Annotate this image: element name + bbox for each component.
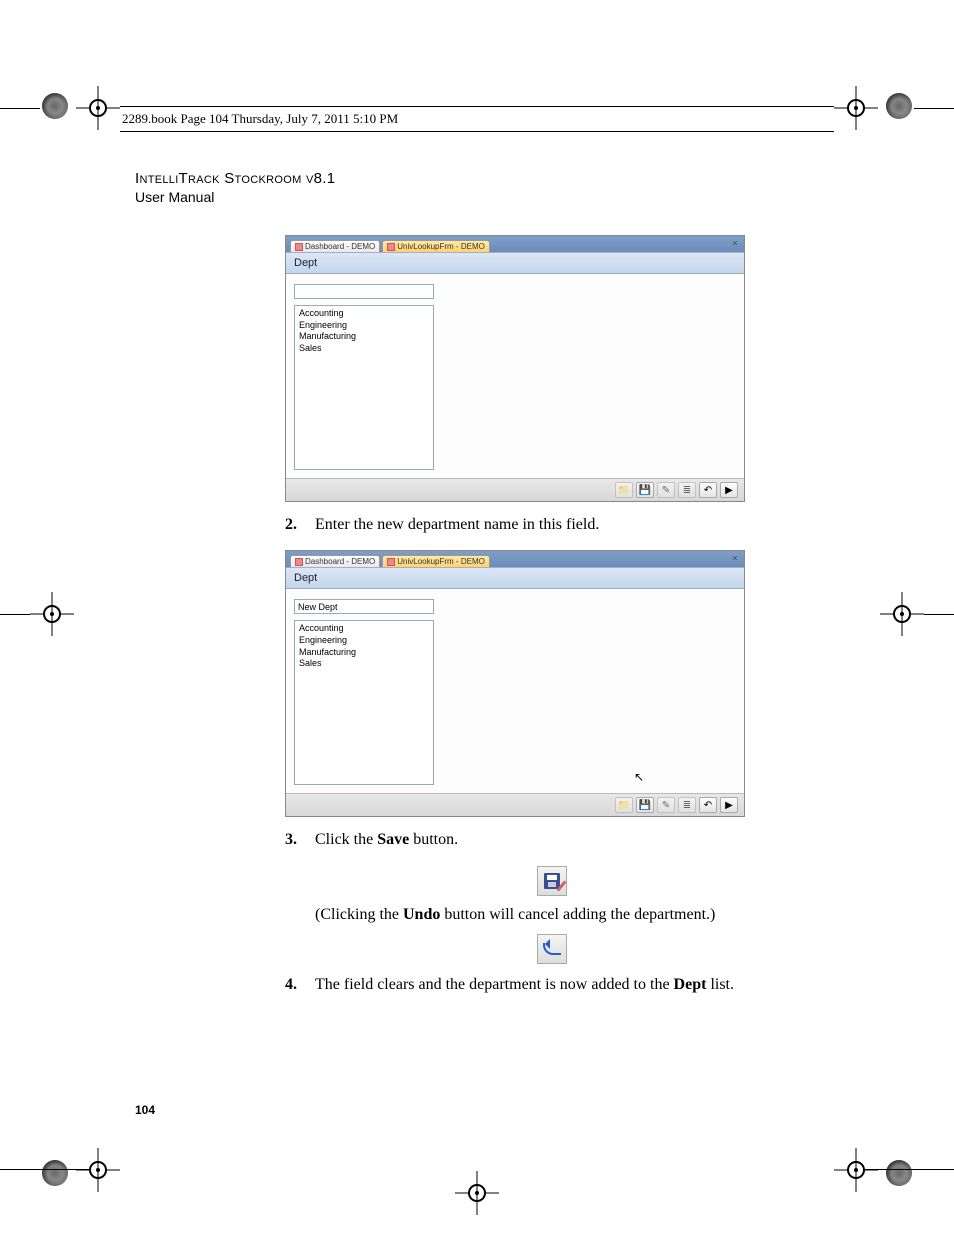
- panel-title: Dept: [286, 252, 744, 274]
- screenshot-dept-newdept: Dashboard - DEMO UnivLookupFrm - DEMO × …: [285, 550, 745, 817]
- list-item[interactable]: Sales: [299, 343, 429, 355]
- step-2: 2. Enter the new department name in this…: [285, 514, 819, 536]
- next-icon[interactable]: ▶: [720, 797, 738, 813]
- trim-line: [924, 614, 954, 615]
- step-text: Click the Save button.: [315, 829, 458, 851]
- close-icon[interactable]: ×: [730, 238, 740, 248]
- save-icon[interactable]: 💾: [636, 482, 654, 498]
- crop-dot-tl: [42, 93, 68, 119]
- tab-dashboard[interactable]: Dashboard - DEMO: [290, 555, 380, 567]
- page-number: 104: [135, 1103, 155, 1117]
- crosshair-tl: [76, 86, 120, 130]
- tab-label: Dashboard - DEMO: [305, 557, 375, 566]
- step-3: 3. Click the Save button.: [285, 829, 819, 851]
- list-item[interactable]: Manufacturing: [299, 331, 429, 343]
- trim-line: [0, 614, 30, 615]
- crosshair-ml: [30, 592, 74, 636]
- edit-icon[interactable]: ✎: [657, 482, 675, 498]
- crop-dot-br: [886, 1160, 912, 1186]
- step-number: 3.: [285, 829, 303, 851]
- panel-title: Dept: [286, 567, 744, 589]
- crop-dot-tr: [886, 93, 912, 119]
- folder-icon[interactable]: 📁: [615, 482, 633, 498]
- screenshot-toolbar: 📁 💾 ✎ ≣ ↶ ▶: [286, 478, 744, 501]
- edit-icon[interactable]: ✎: [657, 797, 675, 813]
- undo-icon[interactable]: ↶: [699, 797, 717, 813]
- step-number: 4.: [285, 974, 303, 996]
- step-text: Enter the new department name in this fi…: [315, 514, 599, 536]
- trim-line: [914, 108, 954, 109]
- undo-note: (Clicking the Undo button will cancel ad…: [315, 906, 819, 924]
- trim-line: [0, 1169, 90, 1170]
- tab-dashboard[interactable]: Dashboard - DEMO: [290, 240, 380, 252]
- tab-label: UnivLookupFrm - DEMO: [397, 242, 485, 251]
- trim-line: [0, 108, 40, 109]
- trim-line: [864, 1169, 954, 1170]
- undo-button-icon: [537, 934, 567, 964]
- doc-title: IntelliTrack Stockroom v8.1: [135, 170, 819, 187]
- list-item[interactable]: Manufacturing: [299, 647, 429, 659]
- list-item[interactable]: Engineering: [299, 635, 429, 647]
- crosshair-br: [834, 1148, 878, 1192]
- crosshair-bc: [455, 1171, 499, 1215]
- save-button-icon: [537, 866, 567, 896]
- tab-label: UnivLookupFrm - DEMO: [397, 557, 485, 566]
- folder-icon[interactable]: 📁: [615, 797, 633, 813]
- tab-univlookup[interactable]: UnivLookupFrm - DEMO: [382, 240, 490, 252]
- list-item[interactable]: Accounting: [299, 623, 429, 635]
- dept-list[interactable]: Accounting Engineering Manufacturing Sal…: [294, 620, 434, 785]
- list-item[interactable]: Engineering: [299, 320, 429, 332]
- list-item[interactable]: Sales: [299, 658, 429, 670]
- close-icon[interactable]: ×: [730, 553, 740, 563]
- cursor-icon: ↖: [634, 770, 644, 784]
- list-icon[interactable]: ≣: [678, 797, 696, 813]
- crop-dot-bl: [42, 1160, 68, 1186]
- page-header-strip: 2289.book Page 104 Thursday, July 7, 201…: [120, 106, 834, 132]
- screenshot-dept-empty: Dashboard - DEMO UnivLookupFrm - DEMO × …: [285, 235, 745, 502]
- screenshot-toolbar: 📁 💾 ✎ ≣ ↶ ▶: [286, 793, 744, 816]
- crosshair-tr: [834, 86, 878, 130]
- doc-subtitle: User Manual: [135, 189, 819, 205]
- next-icon[interactable]: ▶: [720, 482, 738, 498]
- tab-bar: Dashboard - DEMO UnivLookupFrm - DEMO ×: [286, 551, 744, 567]
- tab-label: Dashboard - DEMO: [305, 242, 375, 251]
- dept-name-input[interactable]: [294, 284, 434, 299]
- step-number: 2.: [285, 514, 303, 536]
- dept-list[interactable]: Accounting Engineering Manufacturing Sal…: [294, 305, 434, 470]
- step-4: 4. The field clears and the department i…: [285, 974, 819, 996]
- crosshair-bl: [76, 1148, 120, 1192]
- undo-icon[interactable]: ↶: [699, 482, 717, 498]
- crosshair-mr: [880, 592, 924, 636]
- list-icon[interactable]: ≣: [678, 482, 696, 498]
- dept-name-input[interactable]: [294, 599, 434, 614]
- step-text: The field clears and the department is n…: [315, 974, 734, 996]
- tab-univlookup[interactable]: UnivLookupFrm - DEMO: [382, 555, 490, 567]
- tab-bar: Dashboard - DEMO UnivLookupFrm - DEMO ×: [286, 236, 744, 252]
- list-item[interactable]: Accounting: [299, 308, 429, 320]
- save-icon[interactable]: 💾: [636, 797, 654, 813]
